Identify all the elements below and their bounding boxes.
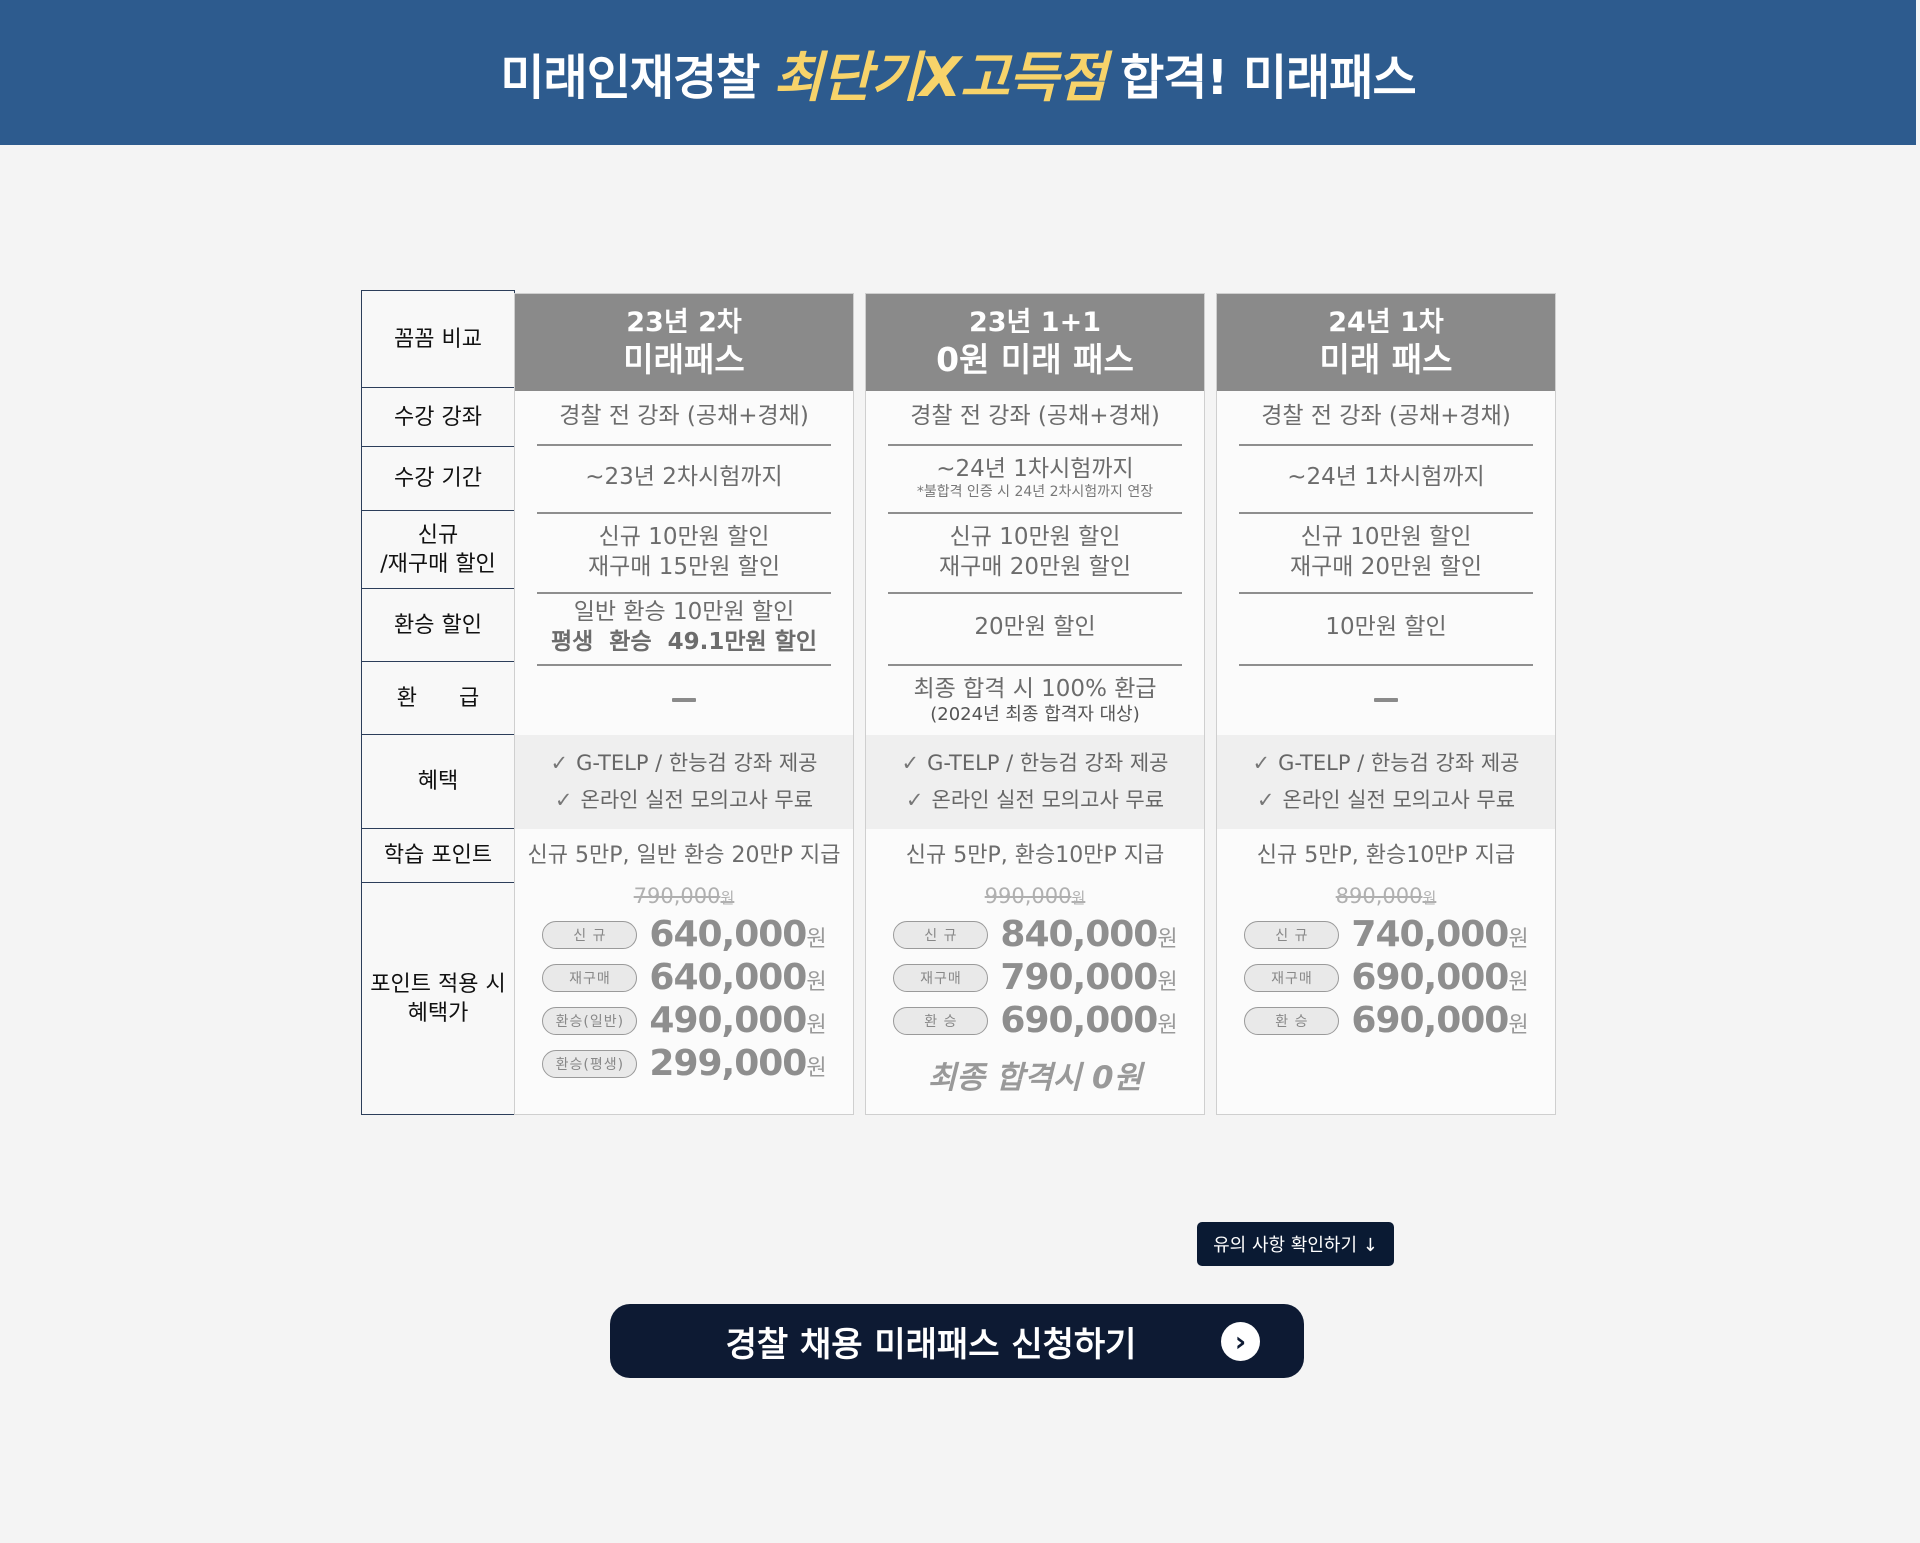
plan-benefits: ✓ G-TELP / 한능검 강좌 제공 ✓ 온라인 실전 모의고사 무료 bbox=[1217, 735, 1555, 829]
benefit-item: ✓ 온라인 실전 모의고사 무료 bbox=[554, 788, 814, 812]
apply-button[interactable]: 경찰 채용 미래패스 신청하기 › bbox=[610, 1304, 1304, 1378]
price-row: 환 승 690,000원 bbox=[866, 1000, 1204, 1041]
label-refund: 환 급 bbox=[362, 661, 514, 734]
price-tag: 환 승 bbox=[1244, 1006, 1340, 1035]
price-row: 재구매 640,000원 bbox=[515, 957, 853, 998]
price-tag: 환 승 bbox=[893, 1006, 989, 1035]
price-row: 신 규 840,000원 bbox=[866, 914, 1204, 955]
label-transfer: 환승 할인 bbox=[362, 588, 514, 661]
banner-title-highlight: 최단기X고득점 bbox=[773, 46, 1107, 109]
none-dash bbox=[1374, 698, 1398, 702]
plan-header: 24년 1차 미래 패스 bbox=[1217, 294, 1555, 391]
plan-courses: 경찰 전 강좌 (공채+경채) bbox=[559, 402, 809, 429]
price-amount: 790,000원 bbox=[1000, 957, 1177, 998]
banner-title-part1: 미래인재경찰 bbox=[500, 49, 760, 106]
plan-points: 신규 5만P, 일반 환승 20만P 지급 bbox=[527, 843, 841, 868]
original-price: 890,000원 bbox=[1335, 884, 1437, 908]
price-tag: 신 규 bbox=[893, 920, 989, 949]
price-row: 재구매 690,000원 bbox=[1217, 957, 1555, 998]
plan-refund bbox=[1217, 665, 1555, 735]
price-amount: 640,000원 bbox=[649, 914, 826, 955]
none-dash bbox=[672, 698, 696, 702]
plan-courses: 경찰 전 강좌 (공채+경채) bbox=[1261, 402, 1511, 429]
label-period: 수강 기간 bbox=[362, 446, 514, 510]
check-icon: ✓ bbox=[550, 751, 569, 775]
price-amount: 299,000원 bbox=[649, 1043, 826, 1084]
plan-points: 신규 5만P, 환승10만P 지급 bbox=[1256, 843, 1516, 868]
plan-column-23-2: 23년 2차 미래패스 경찰 전 강좌 (공채+경채) ~23년 2차시험까지 … bbox=[514, 293, 854, 1115]
benefit-item: ✓ 온라인 실전 모의고사 무료 bbox=[1256, 788, 1516, 812]
original-price: 790,000원 bbox=[633, 884, 735, 908]
notice-button[interactable]: 유의 사항 확인하기 ↓ bbox=[1197, 1222, 1394, 1266]
price-amount: 640,000원 bbox=[649, 957, 826, 998]
label-price: 포인트 적용 시 혜택가 bbox=[362, 882, 514, 1114]
price-row: 재구매 790,000원 bbox=[866, 957, 1204, 998]
check-icon: ✓ bbox=[1252, 751, 1271, 775]
price-amount: 690,000원 bbox=[1000, 1000, 1177, 1041]
plan-discount: 신규 10만원 할인 재구매 20만원 할인 bbox=[1289, 524, 1482, 580]
price-tag: 신 규 bbox=[1244, 920, 1340, 949]
price-row: 신 규 640,000원 bbox=[515, 914, 853, 955]
price-tag: 환승(일반) bbox=[542, 1006, 638, 1035]
plan-header: 23년 2차 미래패스 bbox=[515, 294, 853, 391]
check-icon: ✓ bbox=[901, 751, 920, 775]
plan-column-24-1: 24년 1차 미래 패스 경찰 전 강좌 (공채+경채) ~24년 1차시험까지… bbox=[1216, 293, 1556, 1115]
plan-transfer: 일반 환승 10만원 할인 평생 환승 49.1만원 할인 bbox=[550, 599, 818, 655]
apply-button-label: 경찰 채용 미래패스 신청하기 bbox=[725, 1324, 1137, 1365]
plan-period: ~23년 2차시험까지 bbox=[585, 464, 783, 490]
price-row: 환승(평생) 299,000원 bbox=[515, 1043, 853, 1084]
check-icon: ✓ bbox=[905, 788, 924, 812]
plan-discount: 신규 10만원 할인 재구매 20만원 할인 bbox=[938, 524, 1131, 580]
price-row: 환승(일반) 490,000원 bbox=[515, 1000, 853, 1041]
benefit-item: ✓ G-TELP / 한능검 강좌 제공 bbox=[1252, 751, 1520, 775]
price-tag: 재구매 bbox=[542, 963, 638, 992]
label-points: 학습 포인트 bbox=[362, 828, 514, 882]
plan-benefits: ✓ G-TELP / 한능검 강좌 제공 ✓ 온라인 실전 모의고사 무료 bbox=[515, 735, 853, 829]
price-row: 환 승 690,000원 bbox=[1217, 1000, 1555, 1041]
plan-points: 신규 5만P, 환승10만P 지급 bbox=[905, 843, 1165, 868]
price-amount: 690,000원 bbox=[1351, 957, 1528, 998]
plan-period: ~24년 1차시험까지 *불합격 인증 시 24년 2차시험까지 연장 bbox=[916, 456, 1154, 500]
plan-courses: 경찰 전 강좌 (공채+경채) bbox=[910, 402, 1160, 429]
label-discount: 신규/재구매 할인 bbox=[362, 510, 514, 588]
original-price: 990,000원 bbox=[984, 884, 1086, 908]
plan-transfer: 10만원 할인 bbox=[1325, 614, 1447, 640]
comparison-row-labels: 꼼꼼 비교 수강 강좌 수강 기간 신규/재구매 할인 환승 할인 환 급 혜택… bbox=[361, 290, 515, 1115]
label-courses: 수강 강좌 bbox=[362, 387, 514, 446]
benefit-item: ✓ 온라인 실전 모의고사 무료 bbox=[905, 788, 1165, 812]
chevron-right-icon: › bbox=[1221, 1322, 1260, 1361]
check-icon: ✓ bbox=[1256, 788, 1275, 812]
price-amount: 490,000원 bbox=[649, 1000, 826, 1041]
plan-refund: 최종 합격 시 100% 환급 (2024년 최종 합격자 대상) bbox=[913, 676, 1157, 725]
price-tag: 재구매 bbox=[1244, 963, 1340, 992]
price-tag: 환승(평생) bbox=[542, 1049, 638, 1078]
benefit-item: ✓ G-TELP / 한능검 강좌 제공 bbox=[550, 751, 818, 775]
label-benefits: 혜택 bbox=[362, 734, 514, 828]
plan-transfer: 20만원 할인 bbox=[974, 614, 1096, 640]
plan-refund bbox=[515, 665, 853, 735]
plan-period: ~24년 1차시험까지 bbox=[1287, 464, 1485, 490]
check-icon: ✓ bbox=[554, 788, 573, 812]
price-tag: 신 규 bbox=[542, 920, 638, 949]
plan-column-23-1plus1: 23년 1+1 0원 미래 패스 경찰 전 강좌 (공채+경채) ~24년 1차… bbox=[865, 293, 1205, 1115]
benefit-item: ✓ G-TELP / 한능검 강좌 제공 bbox=[901, 751, 1169, 775]
plan-discount: 신규 10만원 할인 재구매 15만원 할인 bbox=[587, 524, 780, 580]
price-amount: 740,000원 bbox=[1351, 914, 1528, 955]
label-compare: 꼼꼼 비교 bbox=[394, 326, 482, 352]
price-row: 신 규 740,000원 bbox=[1217, 914, 1555, 955]
top-banner: 미래인재경찰 최단기X고득점 합격! 미래패스 bbox=[0, 0, 1916, 145]
price-amount: 840,000원 bbox=[1000, 914, 1177, 955]
price-tag: 재구매 bbox=[893, 963, 989, 992]
plan-header: 23년 1+1 0원 미래 패스 bbox=[866, 294, 1204, 391]
final-pass-note: 최종 합격시 0원 bbox=[927, 1060, 1143, 1096]
banner-title-part2: 합격! 미래패스 bbox=[1120, 49, 1417, 106]
price-amount: 690,000원 bbox=[1351, 1000, 1528, 1041]
plan-benefits: ✓ G-TELP / 한능검 강좌 제공 ✓ 온라인 실전 모의고사 무료 bbox=[866, 735, 1204, 829]
